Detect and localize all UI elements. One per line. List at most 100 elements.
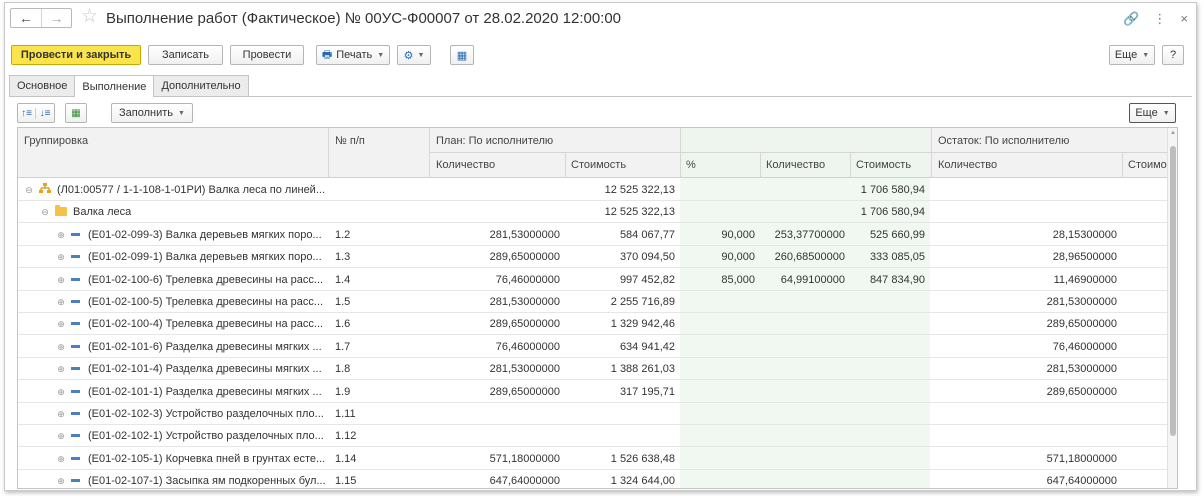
table-row[interactable]: ⊕ (Е01-02-101-6) Разделка древесины мягки… — [18, 336, 1168, 358]
collapse-icon[interactable]: ⊖ — [40, 201, 50, 223]
row-label: Валка леса — [73, 206, 132, 219]
cell-group-name: ⊕ (Е01-02-101-4) Разделка древесины мягки… — [56, 358, 326, 380]
row-label: (Е01-02-101-1) Разделка древесины мягких… — [88, 385, 322, 398]
printer-icon: 🖶 — [321, 48, 333, 61]
expand-icon[interactable]: ⊕ — [56, 224, 66, 246]
header-npp[interactable]: № п/п — [329, 131, 419, 151]
tab-execution[interactable]: Выполнение — [74, 75, 155, 97]
table-row[interactable]: ⊕ (Е01-02-099-1) Валка деревьев мягких по… — [18, 246, 1168, 269]
help-button[interactable]: ? — [1162, 45, 1184, 65]
table-row[interactable]: ⊕ (Е01-02-102-1) Устройство разделочных п… — [18, 425, 1168, 448]
fill-button[interactable]: Заполнить ▼ — [111, 103, 193, 123]
header-rest[interactable]: Остаток: По исполнителю — [932, 131, 1162, 151]
header-pct[interactable]: % — [680, 154, 760, 176]
collapse-icon[interactable]: ⊖ — [24, 179, 34, 201]
sort-desc-icon[interactable]: ↓≡ — [36, 108, 54, 119]
row-label: (Е01-02-102-3) Устройство разделочных пл… — [88, 408, 324, 420]
title-bar: ← → ☆ Выполнение работ (Фактическое) № 0… — [5, 3, 1196, 35]
more-menu-icon[interactable]: ⋮ — [1153, 11, 1166, 27]
expand-icon[interactable]: ⊕ — [56, 470, 66, 488]
cell-group-name: ⊕ (Е01-02-102-3) Устройство разделочных п… — [56, 403, 326, 425]
create-based-on-button[interactable]: ⚙ ▼ — [397, 45, 431, 65]
header-rest-qty[interactable]: Количество — [932, 154, 1122, 176]
table-row[interactable]: ⊕ (Е01-02-099-3) Валка деревьев мягких по… — [18, 224, 1168, 246]
post-and-close-button[interactable]: Провести и закрыть — [11, 45, 141, 65]
scrollbar-thumb[interactable] — [1170, 146, 1176, 436]
cell-npp: 1.12 — [335, 430, 357, 443]
cell-fact-qty — [760, 425, 850, 447]
table-row[interactable]: ⊕ (Е01-02-101-4) Разделка древесины мягки… — [18, 358, 1168, 381]
cell-fact-qty — [760, 470, 850, 488]
close-icon[interactable]: × — [1180, 11, 1188, 27]
expand-icon[interactable]: ⊕ — [56, 313, 66, 335]
cell-fact-qty — [760, 313, 850, 335]
table-row[interactable]: ⊕ (Е01-02-100-6) Трелевка древесины на ра… — [18, 269, 1168, 291]
cell-fact-cost: 525 660,99 — [869, 228, 925, 241]
header-separator — [429, 128, 430, 178]
cell-fact-qty — [760, 336, 850, 358]
print-button[interactable]: 🖶 Печать ▼ — [316, 45, 390, 65]
cell-plan-cost: 1 526 638,48 — [610, 452, 675, 465]
table-row[interactable]: ⊖ Валка леса 12 525 322,13 1 706 580,94 — [18, 201, 1168, 224]
cell-plan-cost: 317 195,71 — [619, 385, 675, 398]
expand-icon[interactable]: ⊕ — [56, 246, 66, 268]
cell-rest-qty: 289,65000000 — [1046, 385, 1117, 398]
forward-button[interactable]: → — [41, 9, 71, 27]
table-more-button[interactable]: Еще ▼ — [1129, 103, 1176, 123]
table-row[interactable]: ⊕ (Е01-02-100-4) Трелевка древесины на ра… — [18, 313, 1168, 336]
cell-npp: 1.7 — [335, 340, 351, 353]
table-row[interactable]: ⊕ (Е01-02-102-3) Устройство разделочных п… — [18, 403, 1168, 425]
expand-icon[interactable]: ⊕ — [56, 403, 66, 425]
expand-icon[interactable]: ⊕ — [56, 448, 66, 470]
table-row[interactable]: ⊕ (Е01-02-105-1) Корчевка пней в грунтах … — [18, 448, 1168, 470]
cell-plan-cost: 2 255 716,89 — [610, 296, 675, 308]
header-plan-qty[interactable]: Количество — [430, 154, 565, 176]
cell-npp: 1.5 — [335, 296, 351, 308]
header-rest-cost[interactable]: Стоимо — [1122, 154, 1168, 176]
link-icon[interactable]: 🔗 — [1123, 11, 1139, 27]
cell-plan-qty: 647,64000000 — [489, 475, 560, 488]
post-button[interactable]: Провести — [230, 45, 304, 65]
favorite-star-icon[interactable]: ☆ — [81, 7, 98, 26]
table-row[interactable]: ⊕ (Е01-02-107-1) Засыпка ям подкоренных б… — [18, 470, 1168, 488]
tab-divider — [9, 96, 1192, 97]
cell-plan-qty — [430, 201, 565, 223]
more-button[interactable]: Еще ▼ — [1109, 45, 1155, 65]
document-gear-icon: ⚙ — [403, 49, 414, 62]
expand-icon[interactable]: ⊕ — [56, 425, 66, 447]
back-button[interactable]: ← — [11, 9, 41, 27]
header-fact-qty[interactable]: Количество — [760, 154, 850, 176]
cell-fact-cost — [850, 448, 930, 470]
sort-asc-icon[interactable]: ↑≡ — [18, 107, 36, 119]
structure-button[interactable]: ▦ — [450, 45, 474, 65]
table-row[interactable]: ⊕ (Е01-02-101-1) Разделка древесины мягки… — [18, 381, 1168, 403]
tab-additional[interactable]: Дополнительно — [153, 75, 249, 96]
cell-plan-qty: 76,46000000 — [495, 273, 560, 286]
expand-icon[interactable]: ⊕ — [56, 358, 66, 380]
cell-rest-qty — [932, 201, 1122, 223]
table-row[interactable]: ⊖ (Л01:00577 / 1-1-108-1-01РИ) Валка леса… — [18, 179, 1168, 201]
vertical-scrollbar[interactable]: ▲ — [1167, 128, 1177, 488]
scroll-up-icon[interactable]: ▲ — [1168, 130, 1177, 136]
row-label: (Е01-02-102-1) Устройство разделочных пл… — [88, 430, 324, 443]
tab-main[interactable]: Основное — [9, 75, 76, 96]
header-plan[interactable]: План: По исполнителю — [430, 131, 680, 151]
chevron-down-icon: ▼ — [1142, 51, 1150, 59]
command-toolbar: Провести и закрыть Записать Провести 🖶 П… — [9, 45, 1196, 67]
add-row-icon[interactable]: ▦ — [65, 103, 87, 123]
document-window: ← → ☆ Выполнение работ (Фактическое) № 0… — [4, 2, 1197, 491]
cell-group-name: ⊕ (Е01-02-101-1) Разделка древесины мягки… — [56, 381, 326, 403]
row-label: (Е01-02-101-6) Разделка древесины мягких… — [88, 340, 322, 353]
header-separator — [1122, 152, 1123, 178]
cell-fact-cost — [850, 358, 930, 380]
expand-icon[interactable]: ⊕ — [56, 381, 66, 403]
expand-icon[interactable]: ⊕ — [56, 291, 66, 313]
header-plan-cost[interactable]: Стоимость — [565, 154, 680, 176]
header-fact-cost[interactable]: Стоимость — [850, 154, 930, 176]
expand-icon[interactable]: ⊕ — [56, 269, 66, 291]
expand-icon[interactable]: ⊕ — [56, 336, 66, 358]
chevron-down-icon: ▼ — [1162, 109, 1170, 117]
table-row[interactable]: ⊕ (Е01-02-100-5) Трелевка древесины на ра… — [18, 291, 1168, 313]
save-button[interactable]: Записать — [148, 45, 223, 65]
header-group[interactable]: Группировка — [18, 131, 318, 151]
